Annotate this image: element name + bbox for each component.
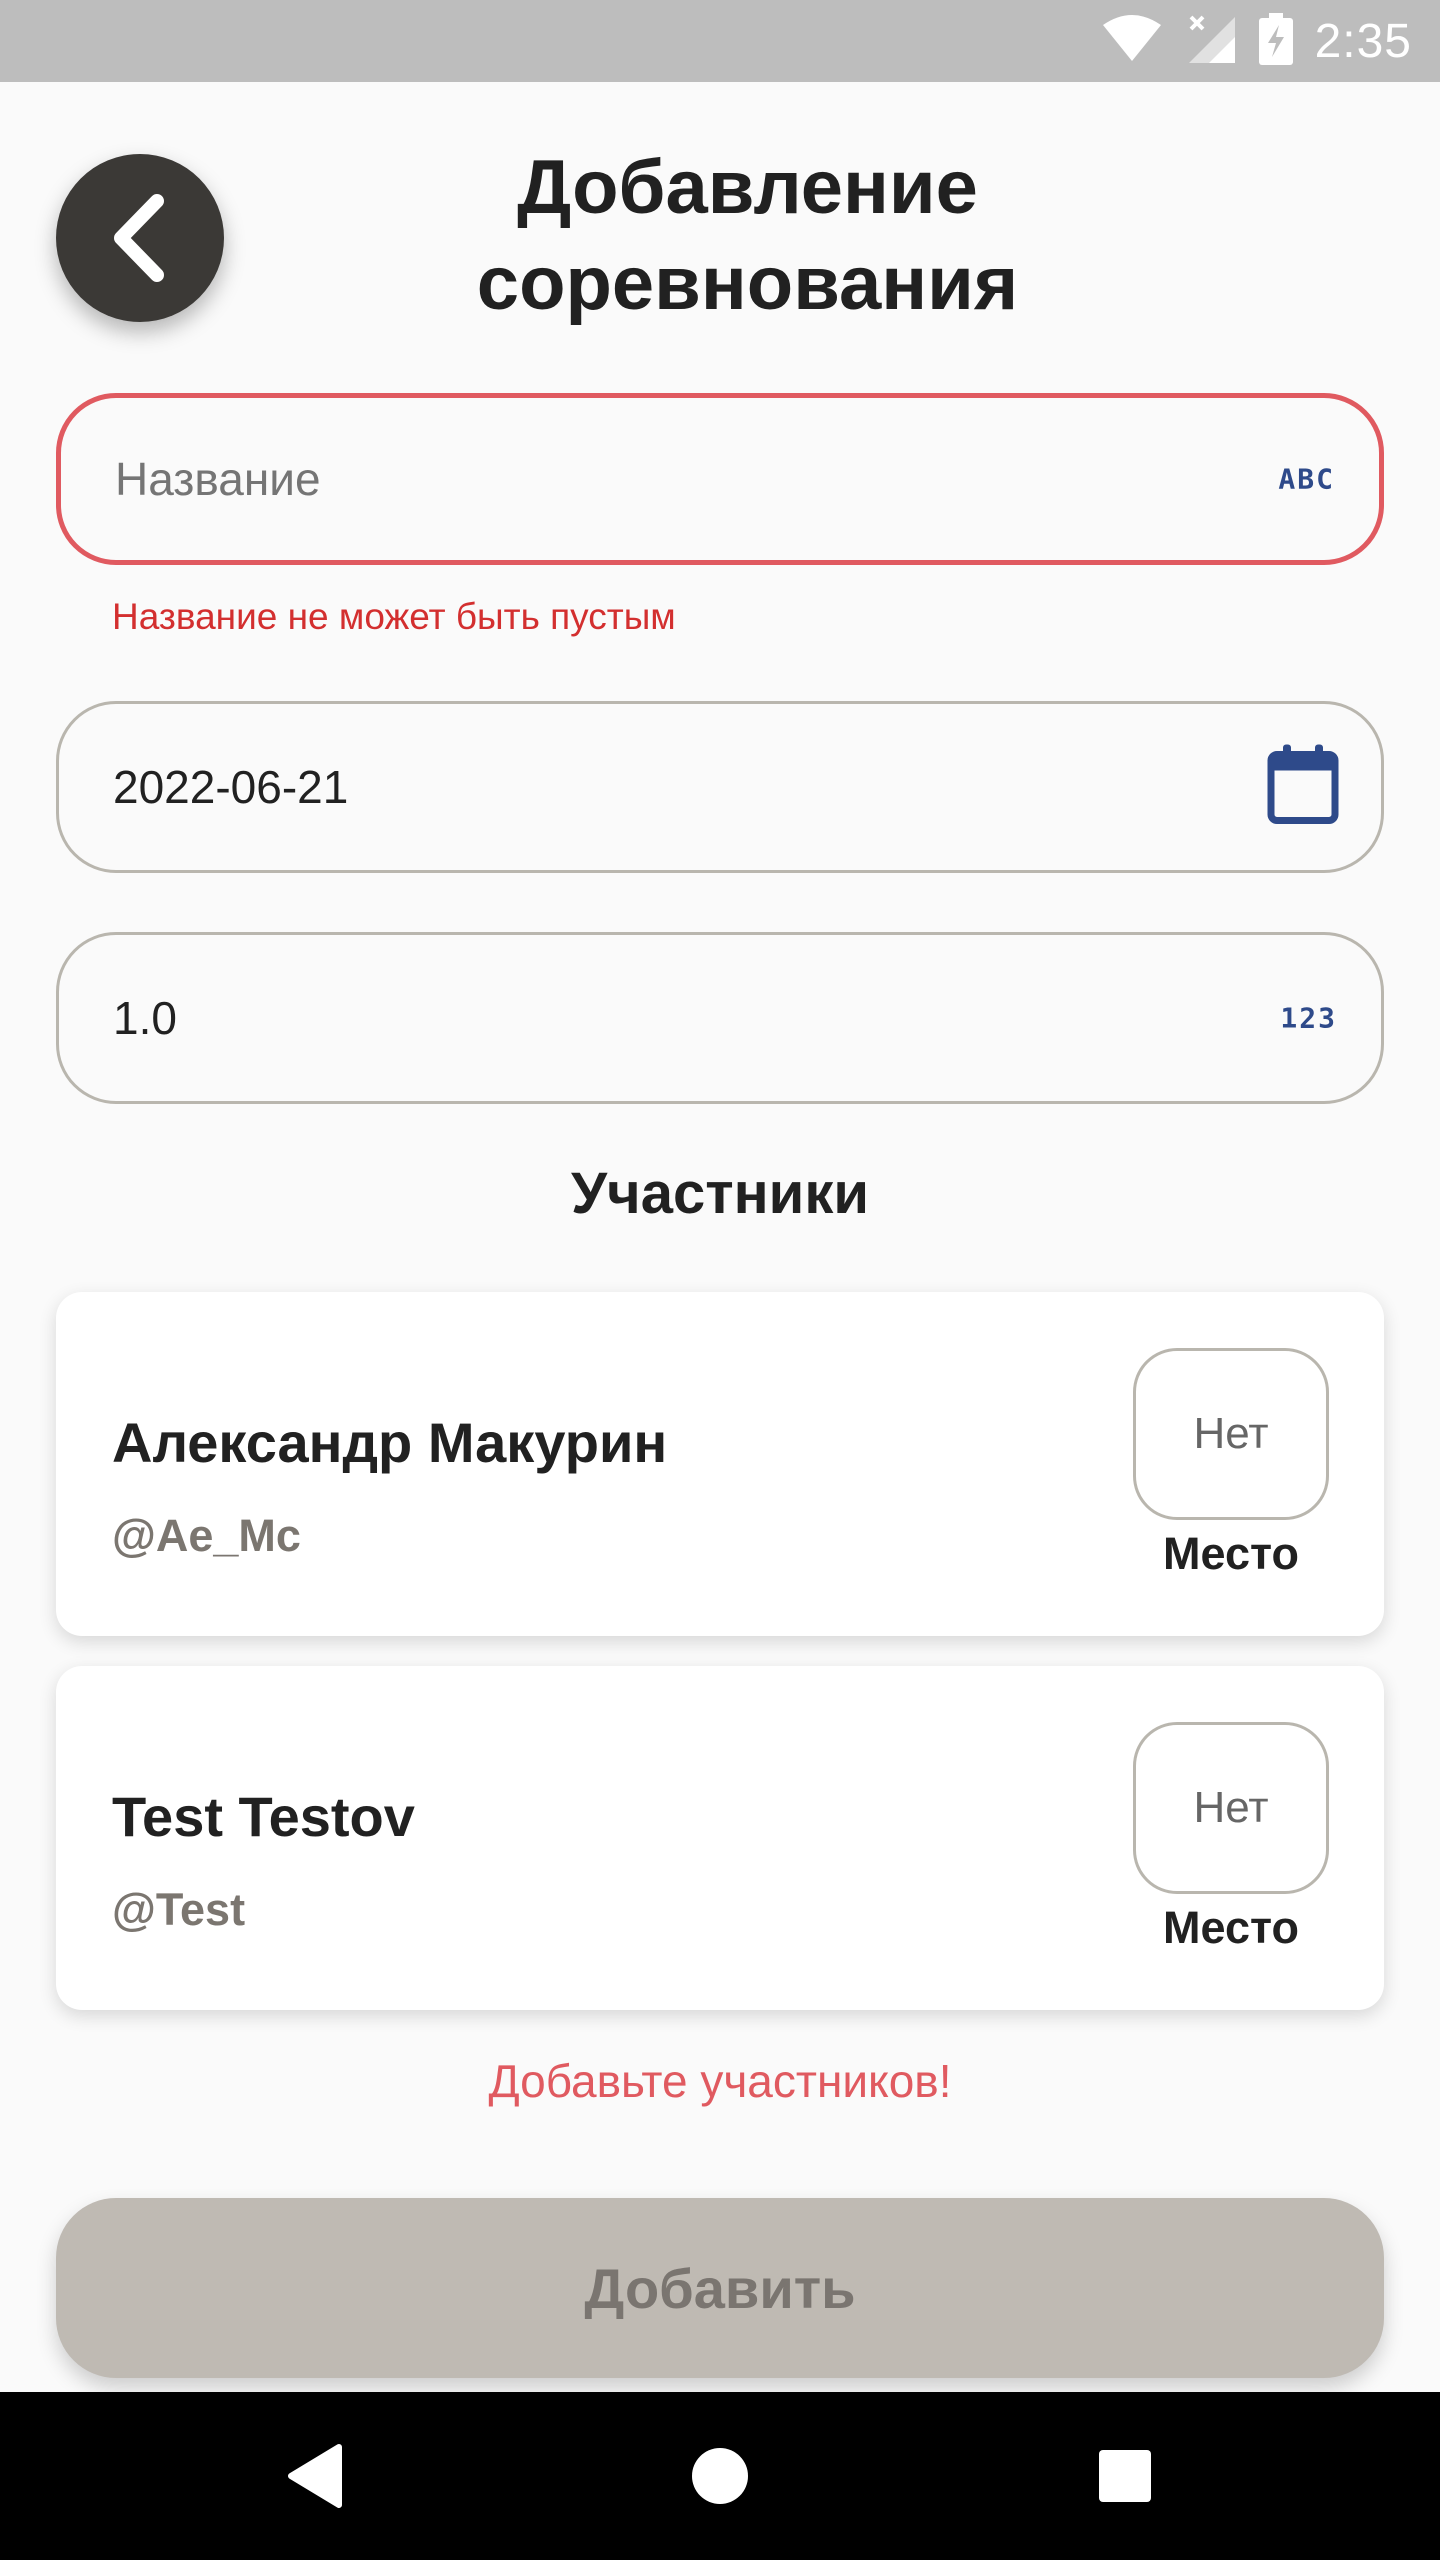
text-keyboard-icon: ABC: [1278, 462, 1335, 496]
coefficient-input[interactable]: [111, 990, 1215, 1046]
place-input[interactable]: Нет: [1133, 1722, 1329, 1894]
calendar-icon[interactable]: [1267, 744, 1339, 830]
square-recents-icon: [1099, 2450, 1151, 2502]
status-bar: 2:35: [0, 0, 1440, 82]
participants-title: Участники: [570, 1161, 870, 1226]
participant-name: Александр Макурин: [112, 1411, 668, 1474]
participant-name: Test Testov: [112, 1785, 415, 1848]
page-title: Добавление соревнования: [260, 140, 1235, 332]
name-input[interactable]: [113, 451, 1217, 507]
chevron-left-icon: [114, 194, 164, 282]
name-error-message: Название не может быть пустым: [112, 596, 676, 637]
name-field[interactable]: ABC: [56, 393, 1384, 565]
cellular-no-signal-icon: [1185, 13, 1237, 70]
recents-nav-button[interactable]: [1070, 2392, 1180, 2560]
participant-card[interactable]: Test Testov @Test Нет Место: [56, 1666, 1384, 2010]
back-button[interactable]: [56, 154, 224, 322]
navigation-bar: [0, 2392, 1440, 2560]
battery-charging-icon: [1258, 12, 1293, 70]
back-nav-button[interactable]: [260, 2392, 370, 2560]
add-button[interactable]: Добавить: [56, 2198, 1384, 2378]
date-input[interactable]: [111, 759, 1215, 815]
place-label: Место: [1163, 1528, 1299, 1579]
date-field[interactable]: [56, 701, 1384, 873]
place-label: Место: [1163, 1902, 1299, 1953]
participant-card[interactable]: Александр Макурин @Ae_Mc Нет Место: [56, 1292, 1384, 1636]
home-nav-button[interactable]: [665, 2392, 775, 2560]
triangle-back-icon: [288, 2444, 342, 2508]
clock: 2:35: [1314, 14, 1412, 68]
circle-home-icon: [692, 2448, 748, 2504]
coefficient-field[interactable]: 123: [56, 932, 1384, 1104]
participants-warning: Добавьте участников!: [488, 2055, 952, 2107]
participant-handle: @Ae_Mc: [112, 1510, 301, 1561]
place-input[interactable]: Нет: [1133, 1348, 1329, 1520]
wifi-icon: [1101, 14, 1163, 68]
page-title-line-2: соревнования: [476, 241, 1019, 326]
page-title-line-1: Добавление: [517, 145, 978, 230]
participant-handle: @Test: [112, 1884, 246, 1935]
numeric-keyboard-icon: 123: [1280, 1001, 1337, 1035]
